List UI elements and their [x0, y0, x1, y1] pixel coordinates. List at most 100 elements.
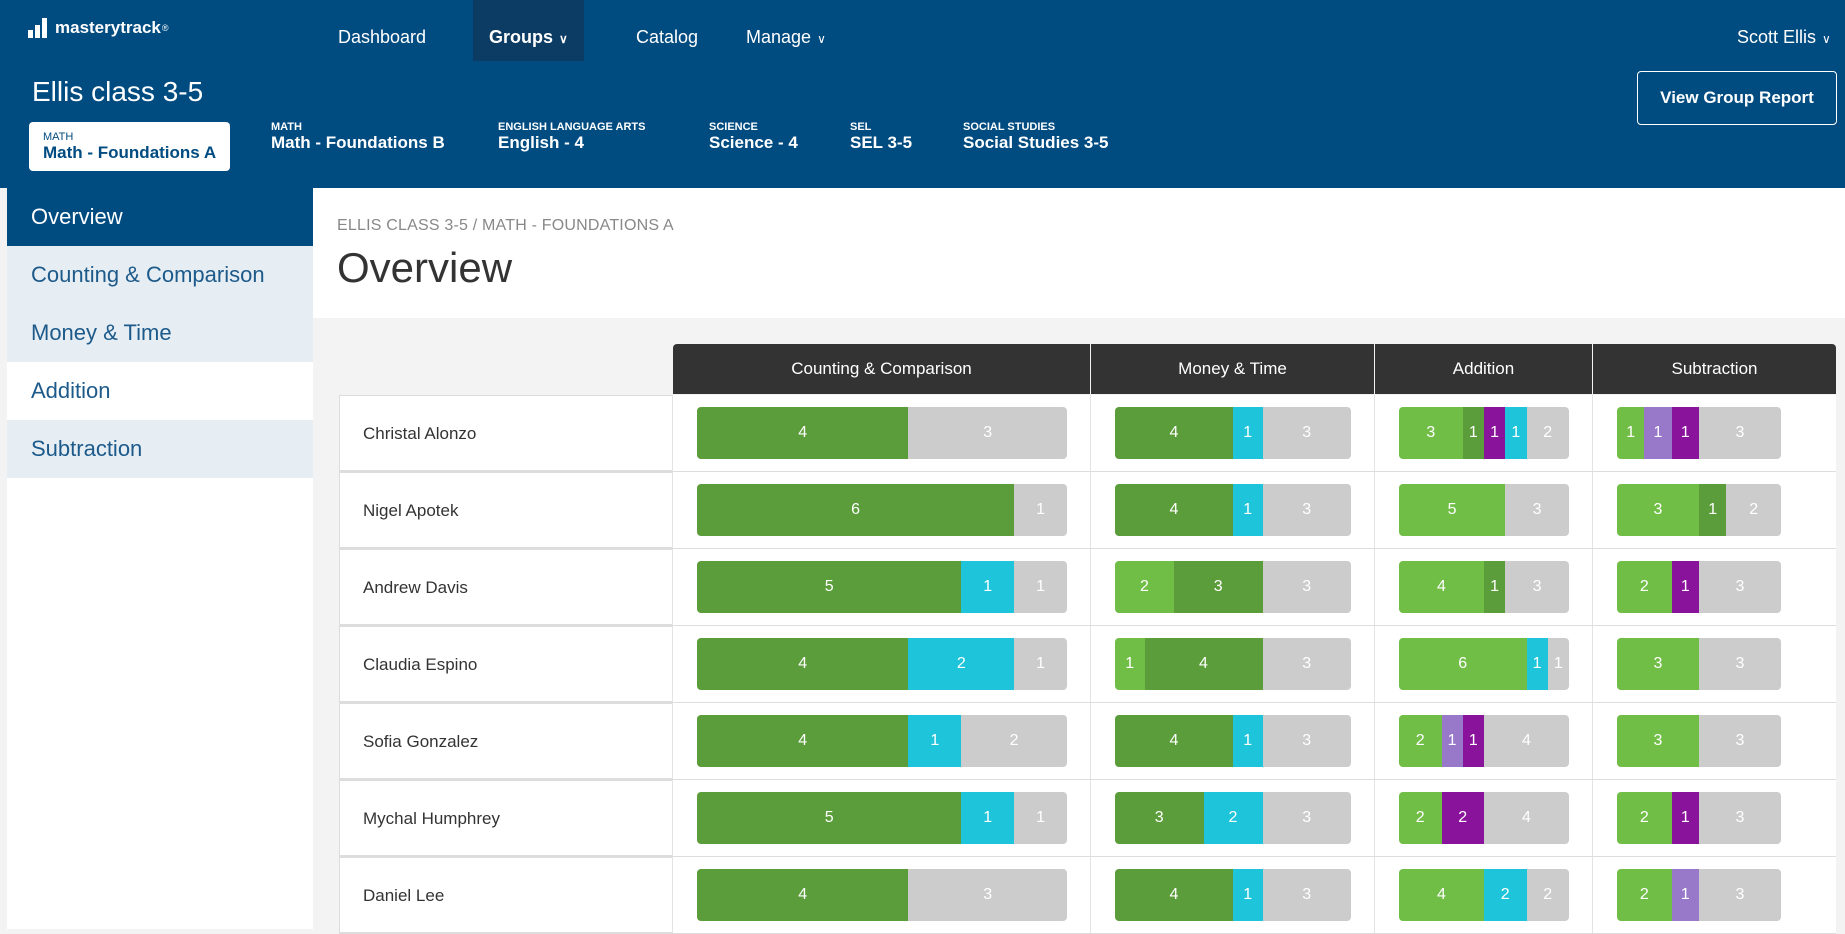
sidebar-item-subtraction[interactable]: Subtraction	[7, 420, 313, 478]
tab-math-foundations-b[interactable]: MATH Math - Foundations B	[271, 121, 445, 152]
mastery-bar[interactable]: 143	[1115, 638, 1351, 690]
tab-english-4[interactable]: ENGLISH LANGUAGE ARTS English - 4	[498, 121, 646, 152]
mastery-bar[interactable]: 413	[1399, 561, 1569, 613]
table-row[interactable]: Andrew Davis 5 1 1 2 3 3 4 1 3 2 1 3	[339, 549, 1836, 626]
table-row[interactable]: Sofia Gonzalez 4 1 2 4 1 3 2 1 1 4 3 3	[339, 703, 1836, 780]
mastery-segment[interactable]: 2	[1617, 792, 1672, 844]
mastery-segment[interactable]: 1	[1484, 407, 1506, 459]
mastery-segment[interactable]: 2	[1617, 561, 1672, 613]
nav-groups[interactable]: Groups ∨	[473, 0, 584, 61]
student-name[interactable]: Mychal Humphrey	[339, 780, 672, 856]
student-name[interactable]: Daniel Lee	[339, 857, 672, 933]
mastery-segment[interactable]: 1	[961, 792, 1015, 844]
mastery-segment[interactable]: 1	[1233, 869, 1263, 921]
mastery-segment[interactable]: 1	[1014, 484, 1067, 536]
mastery-segment[interactable]: 1	[1644, 407, 1672, 459]
brand-logo[interactable]: masterytrack ®	[28, 18, 169, 38]
mastery-segment[interactable]: 2	[1115, 561, 1174, 613]
table-row[interactable]: Nigel Apotek 6 1 4 1 3 5 3 3 1 2	[339, 472, 1836, 549]
mastery-segment[interactable]: 4	[1399, 869, 1484, 921]
mastery-segment[interactable]: 1	[1462, 715, 1484, 767]
tab-social-studies-3-5[interactable]: SOCIAL STUDIES Social Studies 3-5	[963, 121, 1109, 152]
mastery-segment[interactable]: 2	[1726, 484, 1781, 536]
student-name[interactable]: Sofia Gonzalez	[339, 703, 672, 779]
mastery-bar[interactable]: 43	[697, 407, 1067, 459]
mastery-bar[interactable]: 511	[697, 792, 1067, 844]
sidebar-item-overview[interactable]: Overview	[7, 188, 313, 246]
mastery-segment[interactable]: 2	[1399, 792, 1442, 844]
mastery-segment[interactable]: 3	[908, 869, 1067, 921]
mastery-segment[interactable]: 4	[1115, 715, 1233, 767]
mastery-bar[interactable]: 33	[1617, 715, 1781, 767]
mastery-segment[interactable]: 3	[1262, 484, 1351, 536]
mastery-segment[interactable]: 3	[1262, 869, 1351, 921]
mastery-segment[interactable]: 3	[1262, 561, 1351, 613]
mastery-bar[interactable]: 323	[1115, 792, 1351, 844]
mastery-bar[interactable]: 413	[1115, 484, 1351, 536]
mastery-segment[interactable]: 6	[697, 484, 1015, 536]
mastery-segment[interactable]: 2	[908, 638, 1015, 690]
mastery-segment[interactable]: 3	[1262, 407, 1351, 459]
student-name[interactable]: Nigel Apotek	[339, 472, 672, 548]
mastery-segment[interactable]: 3	[1505, 484, 1569, 536]
mastery-segment[interactable]: 3	[1617, 638, 1699, 690]
mastery-segment[interactable]: 1	[1014, 638, 1067, 690]
mastery-segment[interactable]: 3	[1505, 561, 1569, 613]
mastery-segment[interactable]: 4	[1115, 407, 1233, 459]
student-name[interactable]: Christal Alonzo	[339, 395, 672, 471]
tab-math-foundations-a[interactable]: MATH Math - Foundations A	[29, 122, 231, 171]
mastery-segment[interactable]: 3	[1698, 792, 1781, 844]
mastery-bar[interactable]: 413	[1115, 407, 1351, 459]
mastery-segment[interactable]: 4	[697, 715, 909, 767]
mastery-segment[interactable]: 3	[1174, 561, 1263, 613]
mastery-bar[interactable]: 224	[1399, 792, 1569, 844]
mastery-segment[interactable]: 3	[1399, 407, 1463, 459]
mastery-bar[interactable]: 31112	[1399, 407, 1569, 459]
nav-dashboard[interactable]: Dashboard	[322, 0, 442, 61]
mastery-segment[interactable]: 3	[1699, 715, 1781, 767]
mastery-segment[interactable]: 1	[1671, 561, 1699, 613]
mastery-segment[interactable]: 1	[1462, 407, 1484, 459]
mastery-segment[interactable]: 2	[1203, 792, 1263, 844]
mastery-segment[interactable]: 3	[1115, 792, 1204, 844]
nav-manage[interactable]: Manage ∨	[730, 0, 842, 61]
mastery-segment[interactable]: 1	[961, 561, 1015, 613]
tab-sel-3-5[interactable]: SEL SEL 3-5	[850, 121, 912, 152]
mastery-bar[interactable]: 53	[1399, 484, 1569, 536]
mastery-segment[interactable]: 2	[1526, 407, 1569, 459]
mastery-segment[interactable]: 1	[1671, 792, 1699, 844]
mastery-segment[interactable]: 1	[1233, 715, 1263, 767]
mastery-segment[interactable]: 3	[1698, 869, 1781, 921]
nav-catalog[interactable]: Catalog	[620, 0, 714, 61]
mastery-bar[interactable]: 233	[1115, 561, 1351, 613]
mastery-segment[interactable]: 1	[1014, 792, 1067, 844]
mastery-bar[interactable]: 213	[1617, 869, 1781, 921]
table-row[interactable]: Claudia Espino 4 2 1 1 4 3 6 1 1 3 3	[339, 626, 1836, 703]
mastery-segment[interactable]: 5	[1399, 484, 1506, 536]
mastery-bar[interactable]: 421	[697, 638, 1067, 690]
mastery-segment[interactable]: 3	[1262, 715, 1351, 767]
mastery-segment[interactable]: 4	[1115, 484, 1233, 536]
mastery-segment[interactable]: 2	[1526, 869, 1569, 921]
mastery-segment[interactable]: 3	[1262, 792, 1351, 844]
mastery-segment[interactable]: 4	[1115, 869, 1233, 921]
view-group-report-button[interactable]: View Group Report	[1637, 71, 1837, 125]
mastery-bar[interactable]: 611	[1399, 638, 1569, 690]
mastery-segment[interactable]: 3	[1698, 407, 1781, 459]
mastery-segment[interactable]: 1	[1014, 561, 1067, 613]
mastery-segment[interactable]: 4	[697, 869, 909, 921]
mastery-segment[interactable]: 1	[1547, 638, 1569, 690]
mastery-segment[interactable]: 4	[1484, 792, 1569, 844]
tab-science-4[interactable]: SCIENCE Science - 4	[709, 121, 798, 152]
mastery-segment[interactable]: 1	[1699, 484, 1727, 536]
mastery-segment[interactable]: 1	[1233, 407, 1263, 459]
user-menu[interactable]: Scott Ellis ∨	[1721, 0, 1845, 61]
mastery-bar[interactable]: 511	[697, 561, 1067, 613]
mastery-bar[interactable]: 2114	[1399, 715, 1569, 767]
table-row[interactable]: Christal Alonzo 4 3 4 1 3 3 1 1 1 2 1 1 1 3	[339, 395, 1836, 472]
mastery-segment[interactable]: 4	[1484, 715, 1569, 767]
mastery-bar[interactable]: 33	[1617, 638, 1781, 690]
mastery-segment[interactable]: 4	[697, 638, 909, 690]
mastery-bar[interactable]: 1113	[1617, 407, 1781, 459]
mastery-segment[interactable]: 2	[961, 715, 1067, 767]
